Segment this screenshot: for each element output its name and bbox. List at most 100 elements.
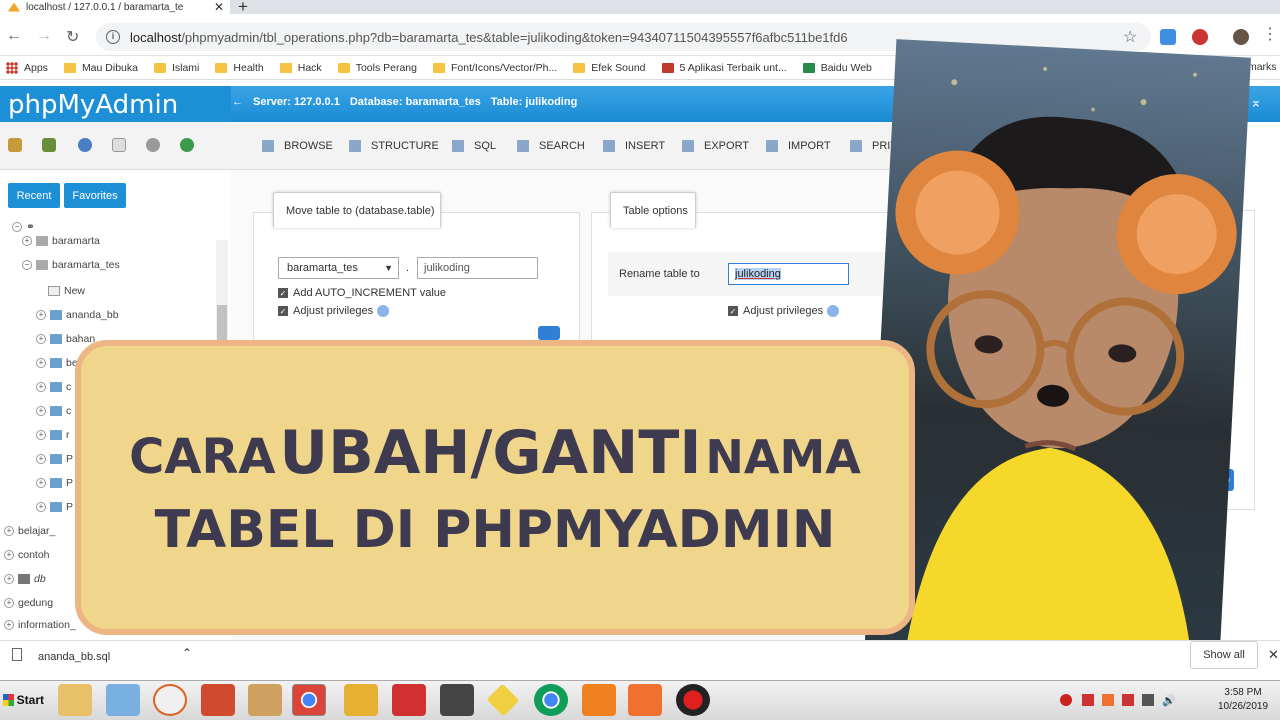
bookmark-apps[interactable]: Apps <box>6 61 48 74</box>
tree-root[interactable]: − ⚭ <box>12 221 35 233</box>
tab-browse[interactable]: BROWSE <box>262 140 333 152</box>
xampp-icon[interactable] <box>628 684 662 716</box>
extension-icon[interactable] <box>1160 29 1176 45</box>
bookmark-item[interactable]: Hack <box>279 62 322 74</box>
bookmark-item[interactable]: Efek Sound <box>573 62 646 74</box>
tree-item[interactable]: + P <box>36 477 73 489</box>
pma-logo[interactable]: phpMyAdmin <box>8 90 178 120</box>
tray-icon[interactable] <box>1102 694 1114 706</box>
tree-item[interactable]: + contoh <box>4 549 50 561</box>
tree-item[interactable]: + r <box>36 429 70 441</box>
tree-item[interactable]: + information_ <box>4 619 76 631</box>
tree-item[interactable]: + belajar_ <box>4 525 55 537</box>
tree-item[interactable]: + baramarta <box>22 235 100 247</box>
help-icon[interactable] <box>827 305 840 317</box>
collapse-icon[interactable]: − <box>12 222 22 232</box>
adjust-privileges-checkbox-2[interactable]: ✓ Adjust privileges <box>728 305 840 317</box>
app-icon[interactable] <box>106 684 140 716</box>
tray-icon[interactable] <box>1060 694 1072 706</box>
back-arrow-icon[interactable]: ← <box>232 96 243 108</box>
reload-icon[interactable]: ↻ <box>66 27 79 47</box>
expand-icon[interactable]: + <box>36 454 46 464</box>
breadcrumb-database[interactable]: Database: baramarta_tes <box>350 96 481 108</box>
profile-avatar[interactable] <box>1233 29 1249 45</box>
collapse-icon[interactable]: − <box>22 260 32 270</box>
info-icon[interactable]: i <box>106 30 120 44</box>
tree-scrollbar-thumb[interactable] <box>217 305 227 345</box>
chrome-icon[interactable] <box>292 684 326 716</box>
app-icon[interactable] <box>392 684 426 716</box>
logout-icon[interactable] <box>42 138 56 152</box>
expand-icon[interactable]: + <box>4 550 14 560</box>
reload-nav-icon[interactable] <box>180 138 194 152</box>
tab-export[interactable]: EXPORT <box>682 140 749 152</box>
expand-icon[interactable]: + <box>4 574 14 584</box>
bookmark-item[interactable]: Tools Perang <box>337 62 417 74</box>
tree-item[interactable]: + c <box>36 405 71 417</box>
tree-item[interactable]: + ananda_bb <box>36 309 119 321</box>
auto-increment-checkbox[interactable]: ✓ Add AUTO_INCREMENT value <box>278 287 446 299</box>
close-tab-icon[interactable]: ✕ <box>214 0 224 14</box>
move-go-button[interactable] <box>538 326 560 340</box>
expand-icon[interactable]: + <box>36 478 46 488</box>
bookmark-item[interactable]: Font/Icons/Vector/Ph... <box>432 62 557 74</box>
tree-item[interactable]: + P <box>36 501 73 513</box>
breadcrumb-table[interactable]: Table: julikoding <box>491 96 578 108</box>
tab-sql[interactable]: SQL <box>452 140 496 152</box>
app-icon[interactable] <box>153 684 187 716</box>
expand-icon[interactable]: + <box>36 406 46 416</box>
clock[interactable]: 3:58 PM 10/26/2019 <box>1218 686 1268 714</box>
tree-item[interactable]: + be <box>36 357 78 369</box>
tray-icon[interactable] <box>1082 694 1094 706</box>
browser-tab[interactable]: localhost / 127.0.0.1 / baramarta_te ✕ <box>0 0 230 14</box>
explorer-icon[interactable] <box>58 684 92 716</box>
tree-item-new[interactable]: New <box>48 285 85 297</box>
sublime-icon[interactable] <box>582 684 616 716</box>
help-icon[interactable] <box>78 138 92 152</box>
expand-icon[interactable]: + <box>4 526 14 536</box>
breadcrumb-server[interactable]: Server: 127.0.0.1 <box>253 96 340 108</box>
bookmark-item[interactable]: Baidu Web <box>802 62 872 74</box>
help-icon[interactable] <box>377 305 390 317</box>
tree-item[interactable]: + bahan <box>36 333 95 345</box>
expand-icon[interactable]: + <box>36 502 46 512</box>
expand-icon[interactable]: + <box>36 334 46 344</box>
favorites-button[interactable]: Favorites <box>64 183 126 208</box>
home-icon[interactable] <box>8 138 22 152</box>
expand-icon[interactable]: + <box>4 598 14 608</box>
collapse-icon[interactable]: ⌅ <box>1250 94 1262 111</box>
expand-icon[interactable]: + <box>36 382 46 392</box>
app-icon[interactable] <box>201 684 235 716</box>
adjust-privileges-checkbox[interactable]: ✓ Adjust privileges <box>278 305 390 317</box>
music-app-icon[interactable] <box>344 684 378 716</box>
bookmark-item[interactable]: Health <box>215 62 264 74</box>
signal-icon[interactable] <box>1142 694 1154 706</box>
download-filename[interactable]: ananda_bb.sql <box>38 651 110 663</box>
tab-insert[interactable]: INSERT <box>603 140 665 152</box>
recent-button[interactable]: Recent <box>8 183 60 208</box>
chevron-up-icon[interactable]: ⌃ <box>182 646 192 660</box>
gear-icon[interactable] <box>146 138 160 152</box>
tree-item[interactable]: + gedung <box>4 597 53 609</box>
volume-icon[interactable]: 🔊 <box>1162 694 1176 707</box>
expand-icon[interactable]: + <box>22 236 32 246</box>
docs-icon[interactable] <box>112 138 126 152</box>
show-all-button[interactable]: Show all <box>1190 641 1258 669</box>
start-button[interactable]: Start <box>0 683 44 717</box>
bookmark-item[interactable]: Islami <box>153 62 199 74</box>
extension-icon[interactable] <box>1192 29 1208 45</box>
tree-item[interactable]: − baramarta_tes <box>22 259 120 271</box>
tree-item[interactable]: + c <box>36 381 71 393</box>
back-icon[interactable]: ← <box>6 27 22 45</box>
expand-icon[interactable]: + <box>36 358 46 368</box>
menu-icon[interactable]: ⋮ <box>1262 24 1278 44</box>
rename-table-input[interactable]: julikoding <box>728 263 849 285</box>
tab-structure[interactable]: STRUCTURE <box>349 140 439 152</box>
tab-search[interactable]: SEARCH <box>517 140 585 152</box>
forward-icon[interactable]: → <box>36 27 52 45</box>
bookmark-item[interactable]: Mau Dibuka <box>63 62 138 74</box>
expand-icon[interactable]: + <box>36 430 46 440</box>
bookmark-star-icon[interactable]: ☆ <box>1123 27 1137 47</box>
move-table-input[interactable]: julikoding <box>417 257 538 279</box>
tray-icon[interactable] <box>1122 694 1134 706</box>
